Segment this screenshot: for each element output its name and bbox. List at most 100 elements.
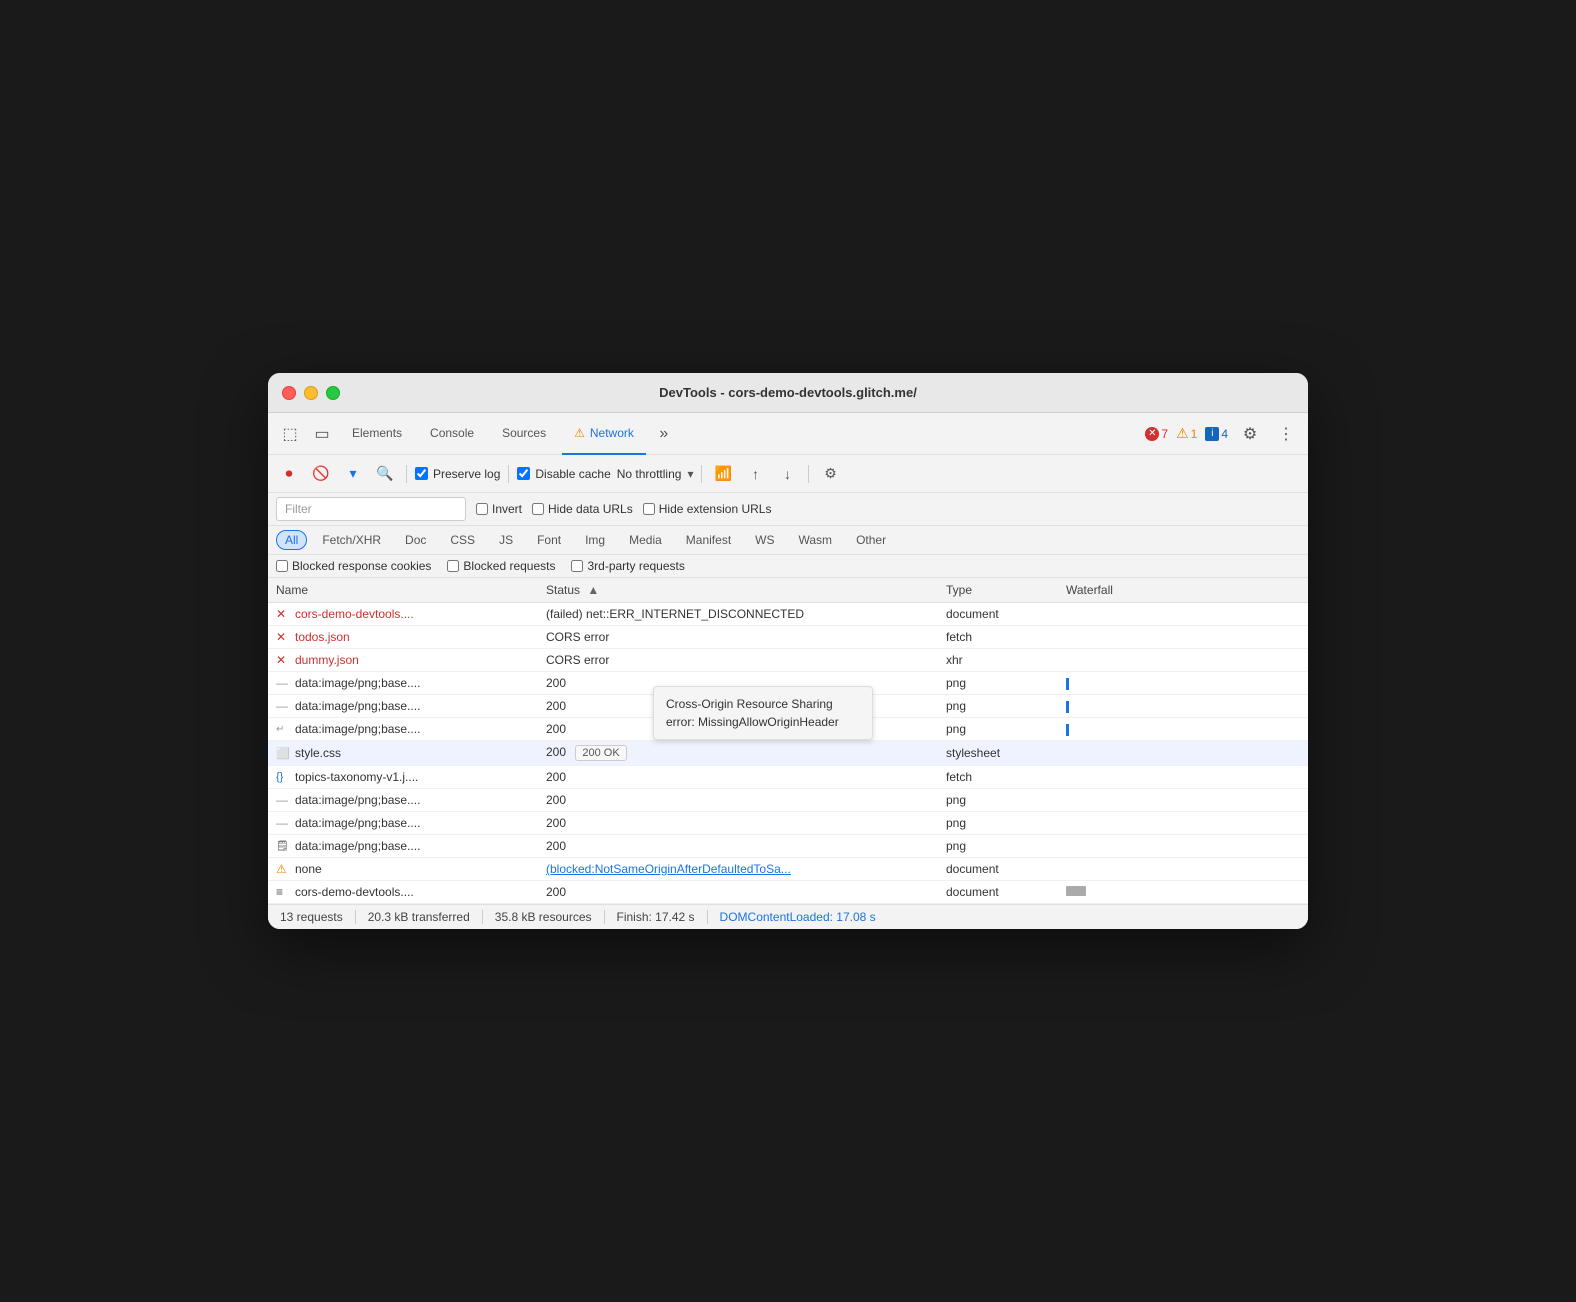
dash-icon: — xyxy=(276,699,290,713)
row-name-text: cors-demo-devtools.... xyxy=(295,885,414,899)
type-filter-fetchxhr[interactable]: Fetch/XHR xyxy=(313,530,390,550)
tab-console[interactable]: Console xyxy=(418,413,486,455)
row-waterfall xyxy=(1058,881,1308,904)
col-name[interactable]: Name xyxy=(268,578,538,603)
disable-cache-checkbox[interactable] xyxy=(517,467,530,480)
hide-data-urls-checkbox[interactable] xyxy=(532,503,544,515)
titlebar: DevTools - cors-demo-devtools.glitch.me/ xyxy=(268,373,1308,413)
type-filter-all[interactable]: All xyxy=(276,530,307,550)
table-row[interactable]: 🗒 data:image/png;base.... 200 png xyxy=(268,835,1308,858)
type-filter-img[interactable]: Img xyxy=(576,530,614,550)
search-button[interactable]: 🔍 xyxy=(372,461,398,487)
sort-icon: ▲ xyxy=(587,583,599,597)
clear-button[interactable]: 🚫 xyxy=(308,461,334,487)
row-waterfall xyxy=(1058,718,1308,741)
row-waterfall xyxy=(1058,672,1308,695)
warning-icon: ⚠ xyxy=(276,862,290,876)
row-name-text: todos.json xyxy=(295,630,350,644)
record-stop-button[interactable]: ⏺ xyxy=(276,461,302,487)
error-badge: ✕ 7 xyxy=(1145,427,1168,441)
wifi-icon[interactable]: 📶 xyxy=(710,461,736,487)
upload-icon[interactable]: ↑ xyxy=(742,461,768,487)
table-row[interactable]: ✕ cors-demo-devtools.... (failed) net::E… xyxy=(268,603,1308,626)
table-row[interactable]: ✕ todos.json CORS error fetch xyxy=(268,626,1308,649)
table-row[interactable]: ≡ cors-demo-devtools.... 200 document xyxy=(268,881,1308,904)
invert-label[interactable]: Invert xyxy=(476,502,522,516)
table-row[interactable]: ⚠ none (blocked:NotSameOriginAfterDefaul… xyxy=(268,858,1308,881)
preserve-log-label[interactable]: Preserve log xyxy=(415,467,500,481)
cors-tooltip: Cross-Origin Resource Sharing error: Mis… xyxy=(653,686,873,740)
row-waterfall xyxy=(1058,741,1308,766)
hide-ext-urls-label[interactable]: Hide extension URLs xyxy=(643,502,772,516)
table-row[interactable]: ✕ dummy.json CORS error xhr xyxy=(268,649,1308,672)
type-filter-doc[interactable]: Doc xyxy=(396,530,435,550)
disable-cache-label[interactable]: Disable cache xyxy=(517,467,610,481)
controls-row: ⏺ 🚫 ▾ 🔍 Preserve log Disable cache No th… xyxy=(268,455,1308,493)
filter-input[interactable] xyxy=(276,497,466,521)
type-filter-js[interactable]: JS xyxy=(490,530,522,550)
more-tabs-icon[interactable]: » xyxy=(650,420,678,448)
table-row[interactable]: ⬜ style.css 200 200 OK stylesheet xyxy=(268,741,1308,766)
row-waterfall xyxy=(1058,766,1308,789)
third-party-label[interactable]: 3rd-party requests xyxy=(571,559,684,573)
row-name-text: data:image/png;base.... xyxy=(295,676,420,690)
preserve-log-checkbox[interactable] xyxy=(415,467,428,480)
row-waterfall xyxy=(1058,695,1308,718)
divider-4 xyxy=(808,465,809,483)
minimize-button[interactable] xyxy=(304,386,318,400)
tab-network[interactable]: ⚠ Network xyxy=(562,413,646,455)
type-filter-manifest[interactable]: Manifest xyxy=(677,530,740,550)
tab-elements[interactable]: Elements xyxy=(340,413,414,455)
col-type[interactable]: Type xyxy=(938,578,1058,603)
devtools-picker-icon[interactable]: ⬚ xyxy=(276,420,304,448)
type-filter-media[interactable]: Media xyxy=(620,530,671,550)
type-filter-other[interactable]: Other xyxy=(847,530,895,550)
invert-checkbox[interactable] xyxy=(476,503,488,515)
row-status: (failed) net::ERR_INTERNET_DISCONNECTED xyxy=(538,603,938,626)
blocked-cookies-checkbox[interactable] xyxy=(276,560,288,572)
row-status: 200 xyxy=(538,812,938,835)
finish-time: Finish: 17.42 s xyxy=(605,910,708,924)
table-row[interactable]: — data:image/png;base.... 200 png xyxy=(268,789,1308,812)
blocked-requests-label[interactable]: Blocked requests xyxy=(447,559,555,573)
network-settings-icon[interactable]: ⚙ xyxy=(817,461,843,487)
settings-icon[interactable]: ⚙ xyxy=(1236,420,1264,448)
table-row[interactable]: — data:image/png;base.... 200 png xyxy=(268,812,1308,835)
row-waterfall xyxy=(1058,835,1308,858)
dash-icon: — xyxy=(276,676,290,690)
row-waterfall xyxy=(1058,789,1308,812)
blocked-requests-checkbox[interactable] xyxy=(447,560,459,572)
row-type: png xyxy=(938,789,1058,812)
row-name-text: dummy.json xyxy=(295,653,359,667)
download-icon[interactable]: ↓ xyxy=(774,461,800,487)
blocked-cookies-label[interactable]: Blocked response cookies xyxy=(276,559,431,573)
row-status: 200 xyxy=(538,881,938,904)
table-row[interactable]: {} topics-taxonomy-v1.j.... 200 fetch xyxy=(268,766,1308,789)
type-filter-ws[interactable]: WS xyxy=(746,530,783,550)
devtools-window: DevTools - cors-demo-devtools.glitch.me/… xyxy=(268,373,1308,929)
divider-3 xyxy=(701,465,702,483)
waterfall-bar xyxy=(1066,724,1069,736)
tab-sources[interactable]: Sources xyxy=(490,413,558,455)
transferred-size: 20.3 kB transferred xyxy=(356,910,483,924)
throttle-label: No throttling xyxy=(617,467,682,481)
table-body: ✕ cors-demo-devtools.... (failed) net::E… xyxy=(268,603,1308,904)
row-status: CORS error xyxy=(538,626,938,649)
type-filter-css[interactable]: CSS xyxy=(441,530,484,550)
device-toolbar-icon[interactable]: ▭ xyxy=(308,420,336,448)
row-name-text: data:image/png;base.... xyxy=(295,699,420,713)
console-label: Console xyxy=(430,426,474,440)
close-button[interactable] xyxy=(282,386,296,400)
col-waterfall[interactable]: Waterfall xyxy=(1058,578,1308,603)
type-filter-font[interactable]: Font xyxy=(528,530,570,550)
row-waterfall xyxy=(1058,603,1308,626)
filter-row: Invert Hide data URLs Hide extension URL… xyxy=(268,493,1308,526)
third-party-checkbox[interactable] xyxy=(571,560,583,572)
hide-data-urls-label[interactable]: Hide data URLs xyxy=(532,502,633,516)
more-options-icon[interactable]: ⋮ xyxy=(1272,420,1300,448)
maximize-button[interactable] xyxy=(326,386,340,400)
hide-ext-urls-checkbox[interactable] xyxy=(643,503,655,515)
filter-toggle-button[interactable]: ▾ xyxy=(340,461,366,487)
type-filter-wasm[interactable]: Wasm xyxy=(790,530,842,550)
col-status[interactable]: Status ▲ xyxy=(538,578,938,603)
